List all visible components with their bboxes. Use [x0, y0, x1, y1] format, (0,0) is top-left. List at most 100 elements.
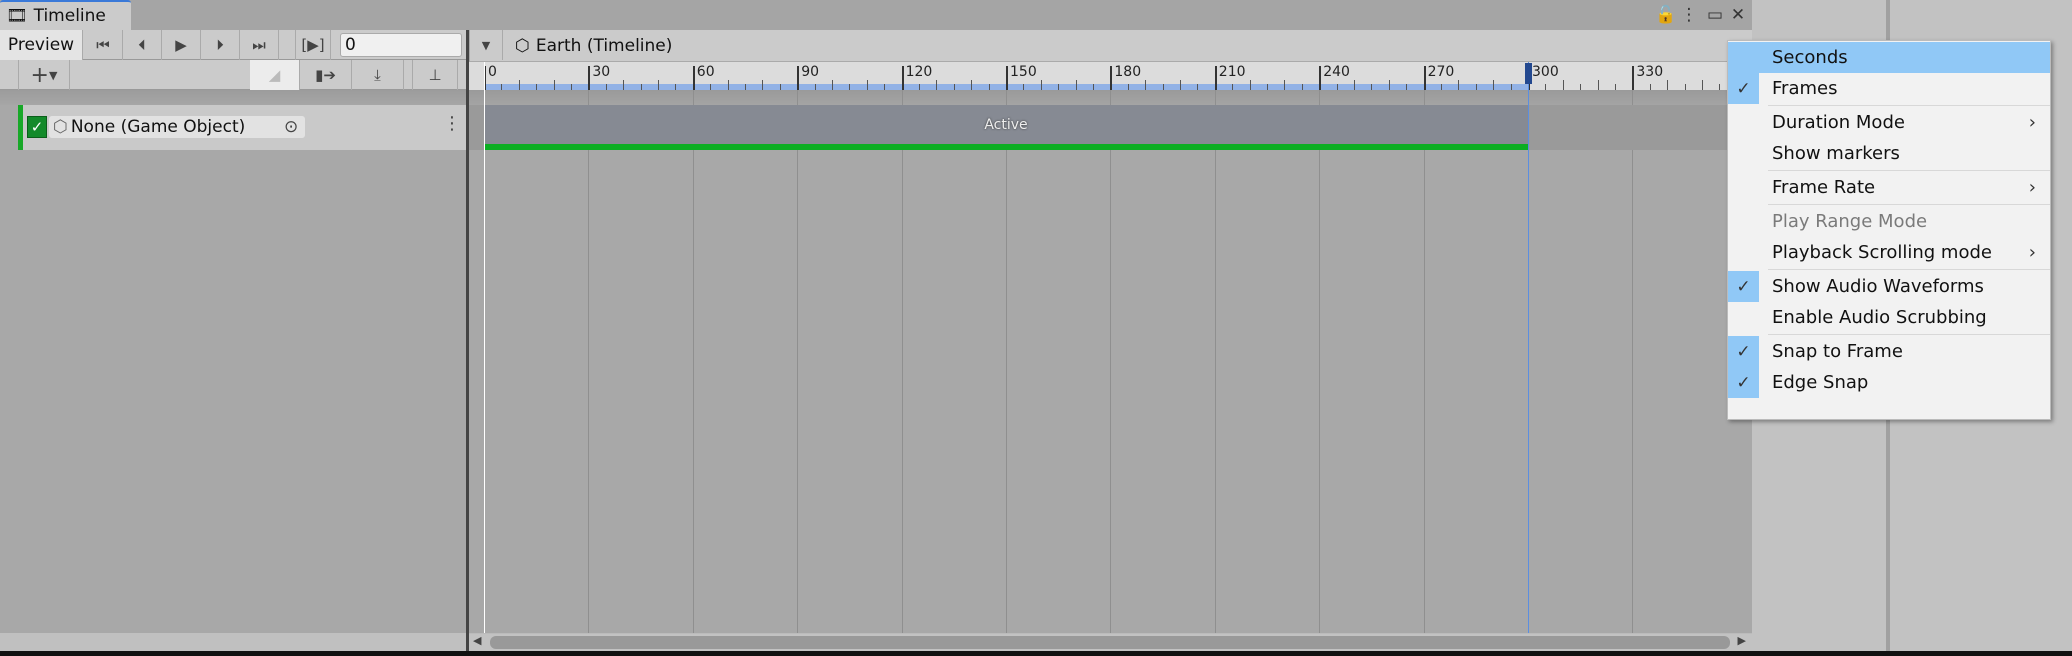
ruler-minor-tick — [1719, 84, 1721, 90]
chevron-right-icon: › — [2028, 112, 2036, 133]
scroll-left-icon[interactable]: ◀ — [473, 634, 481, 647]
ruler-minor-tick — [849, 84, 851, 90]
go-to-start-icon[interactable]: ⏮ — [84, 30, 123, 60]
ruler-label: 210 — [1218, 64, 1246, 80]
current-frame-field[interactable]: 0 — [340, 33, 462, 57]
object-field[interactable]: ⬡ None (Game Object) ⊙ — [49, 116, 305, 138]
ruler-minor-tick — [1510, 84, 1512, 90]
checkmark-icon: ✓ — [1728, 73, 1759, 104]
menu-item-frames[interactable]: ✓ Frames — [1728, 73, 2050, 104]
ruler-major-tick — [588, 66, 591, 90]
ruler-major-tick — [1632, 66, 1635, 90]
menu-item-playback-scrolling-mode[interactable]: Playback Scrolling mode › — [1728, 237, 2050, 268]
ruler-label: 330 — [1636, 64, 1664, 80]
menu-separator — [1768, 269, 2050, 270]
ruler-label: 60 — [696, 64, 715, 80]
play-range-button[interactable]: [▶] — [295, 30, 331, 60]
menu-item-label: Edge Snap — [1772, 372, 1869, 393]
ruler-minor-tick — [1093, 84, 1094, 90]
track-enabled-checkbox[interactable]: ✓ — [27, 116, 47, 138]
panel-divider[interactable] — [466, 30, 469, 651]
pin-icon[interactable]: ⊥ — [412, 60, 458, 90]
next-frame-icon[interactable]: ⏵ — [201, 30, 240, 60]
track-toolbar: + ▼ ◢ ▮➔ ⤓ ⊥ — [0, 60, 468, 90]
breadcrumb-label: Earth (Timeline) — [535, 36, 673, 56]
ruler-minor-tick — [1023, 84, 1025, 90]
menu-item-duration-mode[interactable]: Duration Mode › — [1728, 107, 2050, 138]
ruler-minor-tick — [675, 84, 677, 90]
playhead[interactable] — [484, 62, 485, 633]
ruler-minor-tick — [1336, 84, 1338, 90]
preview-button[interactable]: Preview — [0, 30, 83, 60]
tab-timeline[interactable]: 🎞 Timeline — [0, 0, 131, 30]
ruler-major-tick — [1214, 66, 1217, 90]
previous-frame-icon[interactable]: ⏴ — [123, 30, 162, 60]
ripple-edit-icon[interactable]: ▮➔ — [300, 60, 352, 90]
grid-line — [1006, 90, 1007, 633]
ruler-minor-tick — [1180, 80, 1181, 90]
add-track-button[interactable]: + ▼ — [18, 60, 70, 90]
ruler-minor-tick — [710, 84, 712, 90]
grid-line — [588, 90, 590, 633]
end-marker[interactable] — [1525, 63, 1532, 84]
end-marker-line — [1528, 62, 1529, 633]
go-to-end-icon[interactable]: ⏭ — [240, 30, 279, 60]
plus-icon: + — [30, 62, 49, 88]
menu-item-frame-rate[interactable]: Frame Rate › — [1728, 172, 2050, 203]
menu-item-label: Play Range Mode — [1772, 211, 1928, 232]
grid-line — [901, 90, 903, 633]
checkmark-icon — [1728, 172, 1759, 203]
grid-line — [1632, 90, 1634, 633]
curves-toggle-icon[interactable]: ◢ — [250, 60, 300, 90]
menu-item-snap-to-frame[interactable]: ✓ Snap to Frame — [1728, 336, 2050, 367]
menu-item-show-markers[interactable]: Show markers — [1728, 138, 2050, 169]
ruler-minor-tick — [1162, 84, 1164, 90]
ruler-minor-tick — [1458, 80, 1460, 90]
transport-toolbar: Preview ⏮ ⏴ ▶ ⏵ ⏭ [▶] 0 — [0, 30, 468, 60]
menu-separator — [1768, 105, 2050, 106]
object-picker-icon[interactable]: ⊙ — [284, 117, 298, 137]
breadcrumb[interactable]: ⬡ Earth (Timeline) — [503, 30, 684, 62]
ruler-label: 30 — [592, 64, 611, 80]
ruler-minor-tick — [1667, 80, 1669, 90]
object-field-value: None (Game Object) — [70, 117, 246, 137]
lock-icon[interactable]: 🔓 — [1655, 4, 1677, 26]
ruler-minor-tick — [1284, 80, 1286, 90]
close-icon[interactable]: ✕ — [1727, 4, 1749, 26]
ruler-minor-tick — [953, 84, 955, 90]
header-shadow — [0, 90, 466, 105]
film-icon: 🎞 — [6, 6, 28, 26]
ruler-minor-tick — [936, 80, 938, 90]
chevron-down-icon: ▼ — [48, 68, 58, 82]
ruler-minor-tick — [762, 80, 764, 90]
ruler-major-tick — [797, 66, 800, 90]
menu-item-enable-audio-scrubbing[interactable]: Enable Audio Scrubbing — [1728, 302, 2050, 333]
scroll-right-icon[interactable]: ▶ — [1738, 634, 1746, 647]
menu-item-edge-snap[interactable]: ✓ Edge Snap — [1728, 367, 2050, 398]
ruler-minor-tick — [1075, 80, 1077, 90]
timeline-selector-dropdown[interactable]: ▼ — [470, 30, 503, 60]
play-icon[interactable]: ▶ — [162, 30, 201, 60]
maximize-icon[interactable]: ▭ — [1704, 4, 1726, 26]
ruler-major-tick — [1423, 66, 1426, 90]
ruler-minor-tick — [919, 84, 920, 90]
grid-line — [1214, 90, 1216, 633]
track-options-icon[interactable]: ⋮ — [443, 113, 461, 134]
checkmark-icon — [1728, 206, 1759, 237]
menu-item-label: Frame Rate — [1772, 177, 1876, 198]
menu-item-show-audio-waveforms[interactable]: ✓ Show Audio Waveforms — [1728, 271, 2050, 302]
scrollbar-thumb[interactable] — [490, 636, 1730, 649]
ruler-minor-tick — [658, 80, 659, 90]
ruler-minor-tick — [1493, 80, 1495, 90]
menu-item-seconds[interactable]: Seconds — [1728, 42, 2050, 73]
kebab-menu-icon[interactable]: ⋮ — [1678, 4, 1700, 26]
grid-line — [1319, 90, 1321, 633]
ruler-minor-tick — [553, 80, 555, 90]
insert-icon[interactable]: ⤓ — [352, 60, 404, 90]
menu-item-label: Show markers — [1772, 143, 1900, 164]
ruler-minor-tick — [1702, 80, 1703, 90]
ruler-minor-tick — [779, 84, 781, 90]
tab-title: Timeline — [33, 6, 106, 26]
menu-item-label: Frames — [1772, 78, 1838, 99]
chevron-right-icon: › — [2028, 242, 2036, 263]
